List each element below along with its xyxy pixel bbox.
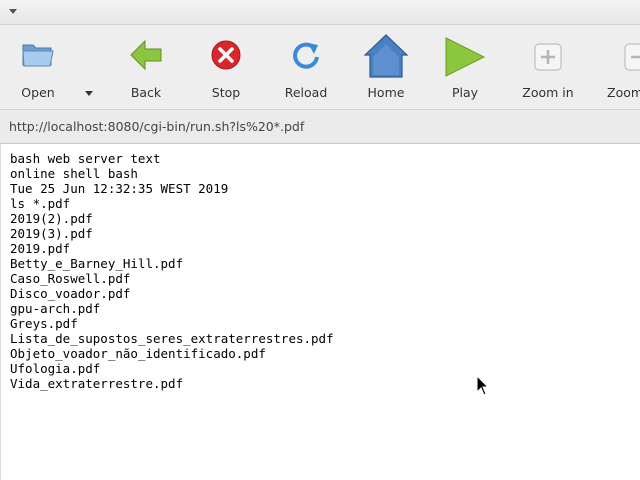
zoom-in-button[interactable]: Zoom in [508,25,588,109]
home-button[interactable]: Home [346,25,426,109]
stop-button[interactable]: Stop [186,25,266,109]
reload-button[interactable]: Reload [266,25,346,109]
folder-icon [22,44,54,67]
stop-label: Stop [211,85,241,100]
output-line: 2019(3).pdf [10,226,93,241]
output-line: 2019.pdf [10,241,71,256]
output-line: Lista_de_supostos_seres_extraterrestres.… [10,331,334,346]
mouse-pointer-icon [476,375,490,396]
back-arrow-icon [130,39,162,71]
zoom-out-button[interactable]: Zoom [588,25,640,109]
play-icon [445,37,486,77]
open-label: Open [21,85,55,100]
output-line: Ufologia.pdf [10,361,101,376]
open-dropdown-icon[interactable] [85,91,93,96]
output-line: gpu-arch.pdf [10,301,101,316]
home-label: Home [367,85,405,100]
url-text[interactable]: http://localhost:8080/cgi-bin/run.sh?ls%… [9,119,304,134]
output-line: Objeto_voador_não_identificado.pdf [10,346,266,361]
zoom-in-icon [534,43,562,71]
zoom-out-label: Zoom [607,85,640,100]
terminal-output: bash web server text online shell bash Tue… [10,151,334,391]
output-line: 2019(2).pdf [10,211,93,226]
output-line: Vida_extraterrestre.pdf [10,376,184,391]
zoom-out-icon [624,43,640,71]
menu-dropdown-icon[interactable] [9,9,17,14]
open-button[interactable]: Open [0,25,78,109]
reload-icon [293,42,319,69]
back-label: Back [130,85,162,100]
output-line: Caso_Roswell.pdf [10,271,131,286]
zoom-in-label: Zoom in [522,85,574,100]
output-line: Greys.pdf [10,316,78,331]
output-line: Tue 25 Jun 12:32:35 WEST 2019 [10,181,229,196]
output-line: bash web server text [10,151,161,166]
toolbar: Open Back Stop Reload Home Play Zoom in … [0,25,640,110]
home-icon [363,34,409,78]
play-button[interactable]: Play [425,25,505,109]
stop-icon [211,40,241,70]
address-bar[interactable]: http://localhost:8080/cgi-bin/run.sh?ls%… [0,110,640,144]
back-button[interactable]: Back [106,25,186,109]
play-label: Play [451,85,479,100]
output-line: Disco_voador.pdf [10,286,131,301]
output-line: Betty_e_Barney_Hill.pdf [10,256,184,271]
page-content: bash web server text online shell bash Tue… [0,144,640,480]
window-topbar [0,0,640,25]
output-line: online shell bash [10,166,138,181]
reload-label: Reload [284,85,328,100]
output-line: ls *.pdf [10,196,71,211]
